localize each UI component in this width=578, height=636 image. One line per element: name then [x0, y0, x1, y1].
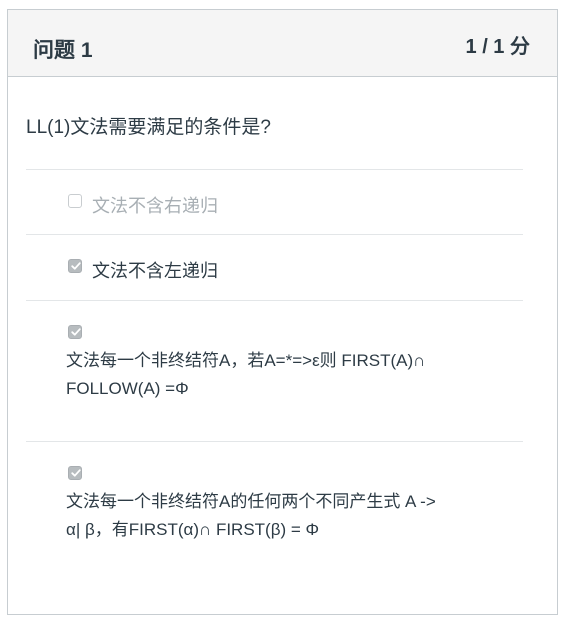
- answer-option-4[interactable]: 文法每一个非终结符A的任何两个不同产生式 A -> α| β，有FIRST(α)…: [26, 441, 523, 592]
- answer-list: 文法不含右递归 文法不含左递归 文法每一个非终结符A，若A=*=>ε则 FIRS…: [26, 169, 523, 592]
- checkmark-icon: [71, 262, 81, 270]
- answer-label-line-2: FOLLOW(A) =Φ: [66, 379, 189, 398]
- answer-label: 文法不含左递归: [92, 261, 218, 281]
- checkbox-icon[interactable]: [68, 259, 82, 273]
- checkmark-icon: [71, 469, 81, 477]
- question-text: LL(1)文法需要满足的条件是?: [26, 117, 271, 138]
- answer-label-line-1: 文法每一个非终结符A的任何两个不同产生式 A ->: [66, 492, 436, 511]
- checkmark-icon: [71, 328, 81, 336]
- question-header: 问题 1 1 / 1 分: [8, 10, 557, 77]
- answer-label: 文法每一个非终结符A，若A=*=>ε则 FIRST(A)∩ FOLLOW(A) …: [66, 347, 506, 403]
- checkbox-icon[interactable]: [68, 325, 82, 339]
- answer-label: 文法不含右递归: [92, 196, 218, 216]
- answer-option-3[interactable]: 文法每一个非终结符A，若A=*=>ε则 FIRST(A)∩ FOLLOW(A) …: [26, 300, 523, 441]
- answer-option-1[interactable]: 文法不含右递归: [26, 169, 523, 234]
- checkbox-icon[interactable]: [68, 466, 82, 480]
- checkbox-icon[interactable]: [68, 194, 82, 208]
- answer-label-line-2: α| β，有FIRST(α)∩ FIRST(β) = Φ: [66, 520, 320, 539]
- answer-option-2[interactable]: 文法不含左递归: [26, 234, 523, 300]
- question-score: 1 / 1 分: [465, 36, 530, 58]
- answer-label: 文法每一个非终结符A的任何两个不同产生式 A -> α| β，有FIRST(α)…: [66, 488, 506, 544]
- question-title: 问题 1: [33, 39, 93, 62]
- answer-label-line-1: 文法每一个非终结符A，若A=*=>ε则 FIRST(A)∩: [66, 351, 426, 370]
